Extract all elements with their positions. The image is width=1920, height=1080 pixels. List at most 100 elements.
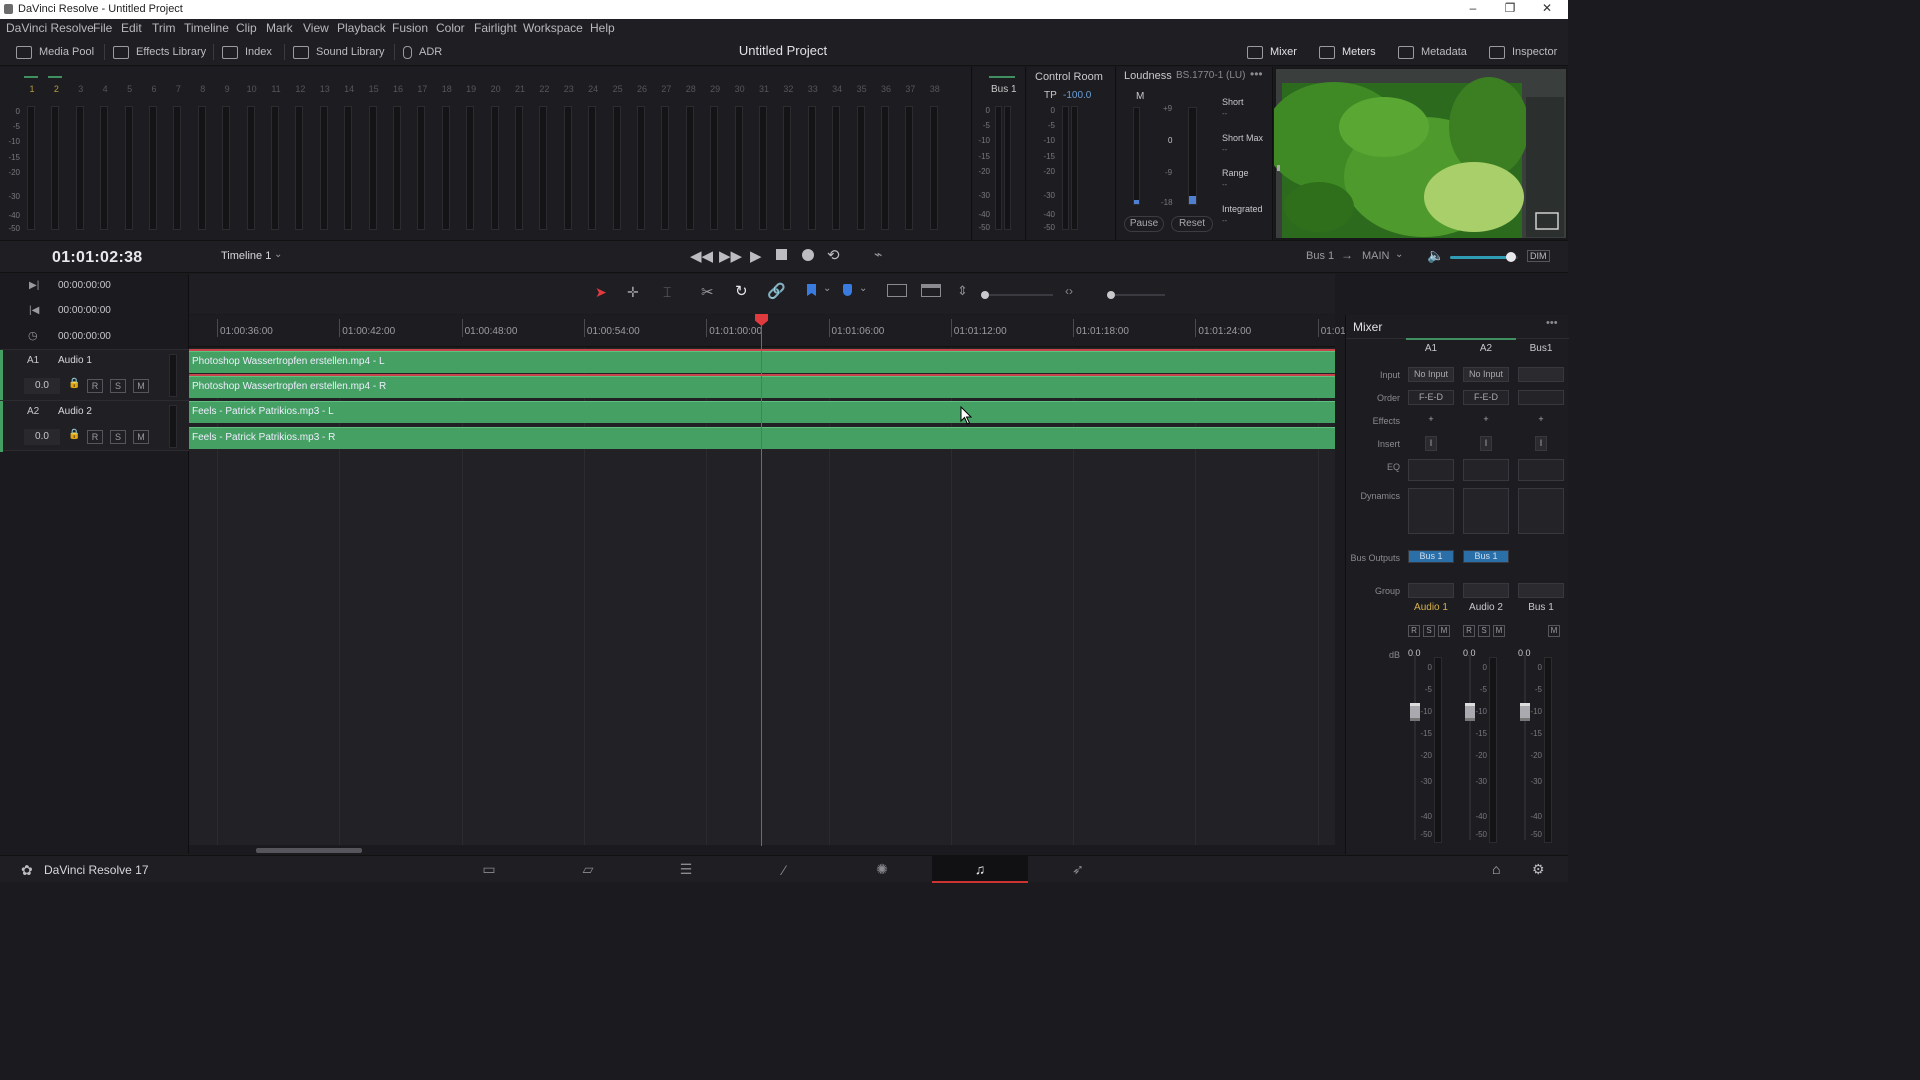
rewind-icon[interactable]: ◀◀ <box>690 247 713 265</box>
mixer-order-selector[interactable]: F-E-D <box>1408 390 1454 405</box>
page-fusion-icon[interactable]: ⁄ <box>736 856 832 883</box>
mixer-dynamics-graph[interactable] <box>1408 488 1454 534</box>
mixer-order-selector[interactable] <box>1518 390 1564 405</box>
link-icon[interactable]: 🔗 <box>767 282 786 300</box>
clip-music-l[interactable]: Feels - Patrick Patrikios.mp3 - L <box>189 401 1335 423</box>
lock-icon[interactable]: 🔒 <box>68 429 80 440</box>
mixer-group-selector[interactable] <box>1518 583 1564 598</box>
menu-edit[interactable]: Edit <box>121 21 142 35</box>
lock-icon[interactable]: 🔒 <box>68 378 80 389</box>
inspector-button[interactable]: Inspector <box>1489 43 1557 61</box>
mixer-input-selector[interactable] <box>1518 367 1564 382</box>
effects-library-button[interactable]: Effects Library <box>113 43 206 61</box>
track-header-a1[interactable]: A1 Audio 1 0.0 🔒 R S M <box>0 349 189 401</box>
track-height-icon[interactable] <box>921 284 941 297</box>
timeline-scrollbar[interactable] <box>256 848 362 853</box>
loudness-pause-button[interactable]: Pause <box>1124 216 1164 232</box>
timeline-dropdown-icon[interactable]: ⌄ <box>274 249 282 260</box>
menu-fusion[interactable]: Fusion <box>392 21 428 35</box>
horizontal-zoom-icon[interactable]: ‹› <box>1065 284 1073 298</box>
stop-icon[interactable] <box>776 249 787 260</box>
automation-icon[interactable]: ⌁ <box>874 246 882 263</box>
track-level-a1[interactable]: 0.0 <box>24 378 60 394</box>
solo-a1[interactable]: S <box>110 379 126 393</box>
mixer-eq-graph[interactable] <box>1518 459 1564 481</box>
mixer-dynamics-graph[interactable] <box>1463 488 1509 534</box>
menu-trim[interactable]: Trim <box>152 21 176 35</box>
minimize-button[interactable]: – <box>1458 1 1488 18</box>
speaker-icon[interactable]: 🔈 <box>1427 247 1444 264</box>
mixer-mute-button[interactable]: M <box>1438 625 1450 637</box>
mixer-options-icon[interactable]: ••• <box>1546 317 1558 329</box>
flag-dropdown-icon[interactable]: ⌄ <box>823 283 831 294</box>
mixer-solo-button[interactable]: S <box>1478 625 1490 637</box>
record-arm-a2[interactable]: R <box>87 430 103 444</box>
menu-fairlight[interactable]: Fairlight <box>474 21 517 35</box>
waveform-zoom-icon[interactable] <box>887 284 907 297</box>
mixer-input-selector[interactable]: No Input <box>1408 367 1454 382</box>
mixer-bus-output[interactable]: Bus 1 <box>1463 550 1509 563</box>
menu-help[interactable]: Help <box>590 21 615 35</box>
horizontal-zoom-slider[interactable] <box>1107 291 1165 299</box>
clip-video-audio-r[interactable]: Photoshop Wassertropfen erstellen.mp4 - … <box>189 376 1335 398</box>
clip-video-audio-l[interactable]: Photoshop Wassertropfen erstellen.mp4 - … <box>189 351 1335 373</box>
video-viewer[interactable] <box>1274 67 1568 240</box>
vertical-zoom-icon[interactable]: ⇕ <box>957 283 968 299</box>
home-icon[interactable]: ⌂ <box>1492 861 1500 877</box>
marker-icon[interactable] <box>843 284 852 296</box>
mixer-bus-output[interactable]: Bus 1 <box>1408 550 1454 563</box>
track-name-a2[interactable]: Audio 2 <box>58 406 92 417</box>
page-fairlight-icon[interactable]: ♫ <box>932 856 1028 883</box>
menu-workspace[interactable]: Workspace <box>523 21 583 35</box>
mute-a2[interactable]: M <box>133 430 149 444</box>
page-deliver-icon[interactable]: ➶ <box>1030 856 1126 883</box>
razor-icon[interactable]: ✂ <box>701 283 714 301</box>
page-color-icon[interactable]: ✺ <box>834 856 930 883</box>
mixer-add-effect-button[interactable]: + <box>1518 413 1564 428</box>
adr-button[interactable]: ADR <box>403 43 442 61</box>
record-arm-a1[interactable]: R <box>87 379 103 393</box>
metadata-button[interactable]: Metadata <box>1398 43 1467 61</box>
sound-library-button[interactable]: Sound Library <box>293 43 385 61</box>
mixer-add-effect-button[interactable]: + <box>1463 413 1509 428</box>
mute-a1[interactable]: M <box>133 379 149 393</box>
monitor-output-selector[interactable]: MAIN <box>1362 250 1390 262</box>
volume-slider[interactable] <box>1450 252 1518 262</box>
mixer-input-selector[interactable]: No Input <box>1463 367 1509 382</box>
mixer-eq-graph[interactable] <box>1408 459 1454 481</box>
menu-playback[interactable]: Playback <box>337 21 386 35</box>
flag-icon[interactable] <box>807 284 816 296</box>
mixer-add-effect-button[interactable]: + <box>1408 413 1454 428</box>
timeline-selector[interactable]: Timeline 1 <box>221 250 271 262</box>
mixer-fader-knob[interactable] <box>1410 703 1420 721</box>
media-pool-button[interactable]: Media Pool <box>16 43 94 61</box>
menu-view[interactable]: View <box>303 21 329 35</box>
mixer-mute-button[interactable]: M <box>1493 625 1505 637</box>
fast-forward-icon[interactable]: ▶▶ <box>719 247 742 265</box>
mixer-solo-button[interactable]: S <box>1423 625 1435 637</box>
output-dropdown-icon[interactable]: ⌄ <box>1395 249 1403 260</box>
page-media-icon[interactable]: ▭ <box>441 856 537 883</box>
vertical-zoom-slider[interactable] <box>981 291 1053 299</box>
mixer-record-button[interactable]: R <box>1463 625 1475 637</box>
mixer-fader-knob[interactable] <box>1465 703 1475 721</box>
mixer-eq-graph[interactable] <box>1463 459 1509 481</box>
mixer-insert-button[interactable]: I <box>1535 436 1547 451</box>
track-name-a1[interactable]: Audio 1 <box>58 355 92 366</box>
index-button[interactable]: Index <box>222 43 272 61</box>
range-select-icon[interactable]: ✛ <box>627 284 639 301</box>
solo-a2[interactable]: S <box>110 430 126 444</box>
mixer-record-button[interactable]: R <box>1408 625 1420 637</box>
page-edit-icon[interactable]: ☰ <box>638 856 734 883</box>
mixer-button[interactable]: Mixer <box>1247 43 1297 61</box>
close-button[interactable]: ✕ <box>1532 1 1562 18</box>
dim-button[interactable]: DIM <box>1527 250 1550 262</box>
meters-button[interactable]: Meters <box>1319 43 1376 61</box>
track-header-a2[interactable]: A2 Audio 2 0.0 🔒 R S M <box>0 400 189 452</box>
menu-color[interactable]: Color <box>436 21 465 35</box>
loop-icon[interactable]: ⟲ <box>827 246 840 264</box>
mixer-group-selector[interactable] <box>1463 583 1509 598</box>
maximize-button[interactable]: ❐ <box>1495 1 1525 18</box>
play-icon[interactable]: ▶ <box>750 247 762 265</box>
menu-mark[interactable]: Mark <box>266 21 293 35</box>
